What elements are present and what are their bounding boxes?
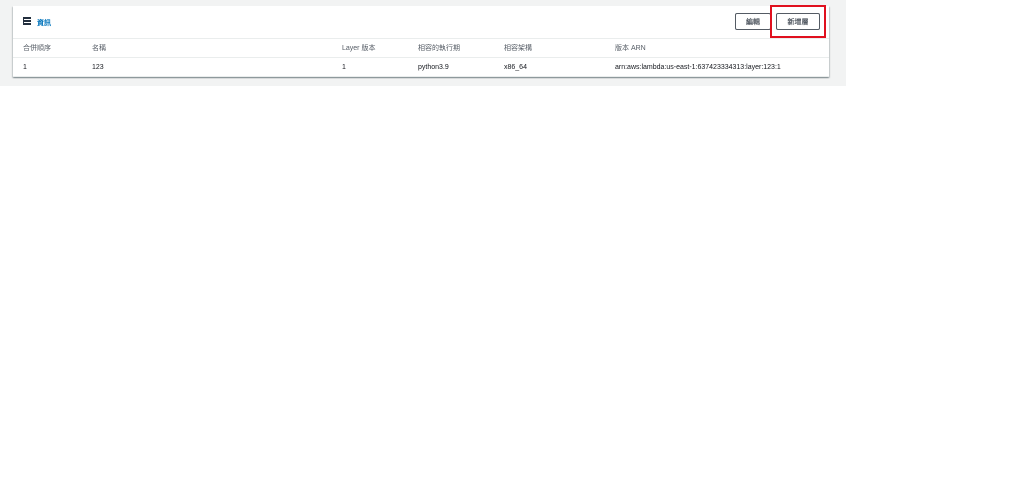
cell-version-arn: arn:aws:lambda:us-east-1:637423334313:la… [615, 63, 781, 71]
cell-merge-order: 1 [23, 63, 27, 71]
column-header-merge-order[interactable]: 合併順序 [23, 39, 51, 57]
edit-button[interactable]: 編輯 [735, 13, 771, 30]
panel-header: 資訊 編輯 新增層 [13, 6, 829, 38]
table-header-row: 合併順序 名稱 Layer 版本 相容的執行期 相容架構 版本 ARN [13, 38, 829, 58]
column-header-compatible-runtimes[interactable]: 相容的執行期 [418, 39, 460, 57]
highlight-box [770, 5, 826, 38]
layers-panel: 資訊 編輯 新增層 合併順序 名稱 Layer 版本 相容的執行期 相容架構 版… [13, 6, 829, 77]
table-row[interactable]: 1 123 1 python3.9 x86_64 arn:aws:lambda:… [13, 58, 829, 77]
column-header-version-arn[interactable]: 版本 ARN [615, 39, 646, 57]
panel-title: 資訊 [23, 15, 51, 28]
layers-table: 合併順序 名稱 Layer 版本 相容的執行期 相容架構 版本 ARN 1 12… [13, 38, 829, 77]
info-link[interactable]: 資訊 [37, 18, 51, 28]
cell-layer-version: 1 [342, 63, 346, 71]
cell-name: 123 [92, 63, 104, 71]
column-header-compatible-architectures[interactable]: 相容架構 [504, 39, 532, 57]
layers-icon [23, 17, 31, 25]
cell-compatible-architectures: x86_64 [504, 63, 527, 71]
cell-compatible-runtimes: python3.9 [418, 63, 449, 71]
column-header-layer-version[interactable]: Layer 版本 [342, 39, 375, 57]
column-header-name[interactable]: 名稱 [92, 39, 106, 57]
